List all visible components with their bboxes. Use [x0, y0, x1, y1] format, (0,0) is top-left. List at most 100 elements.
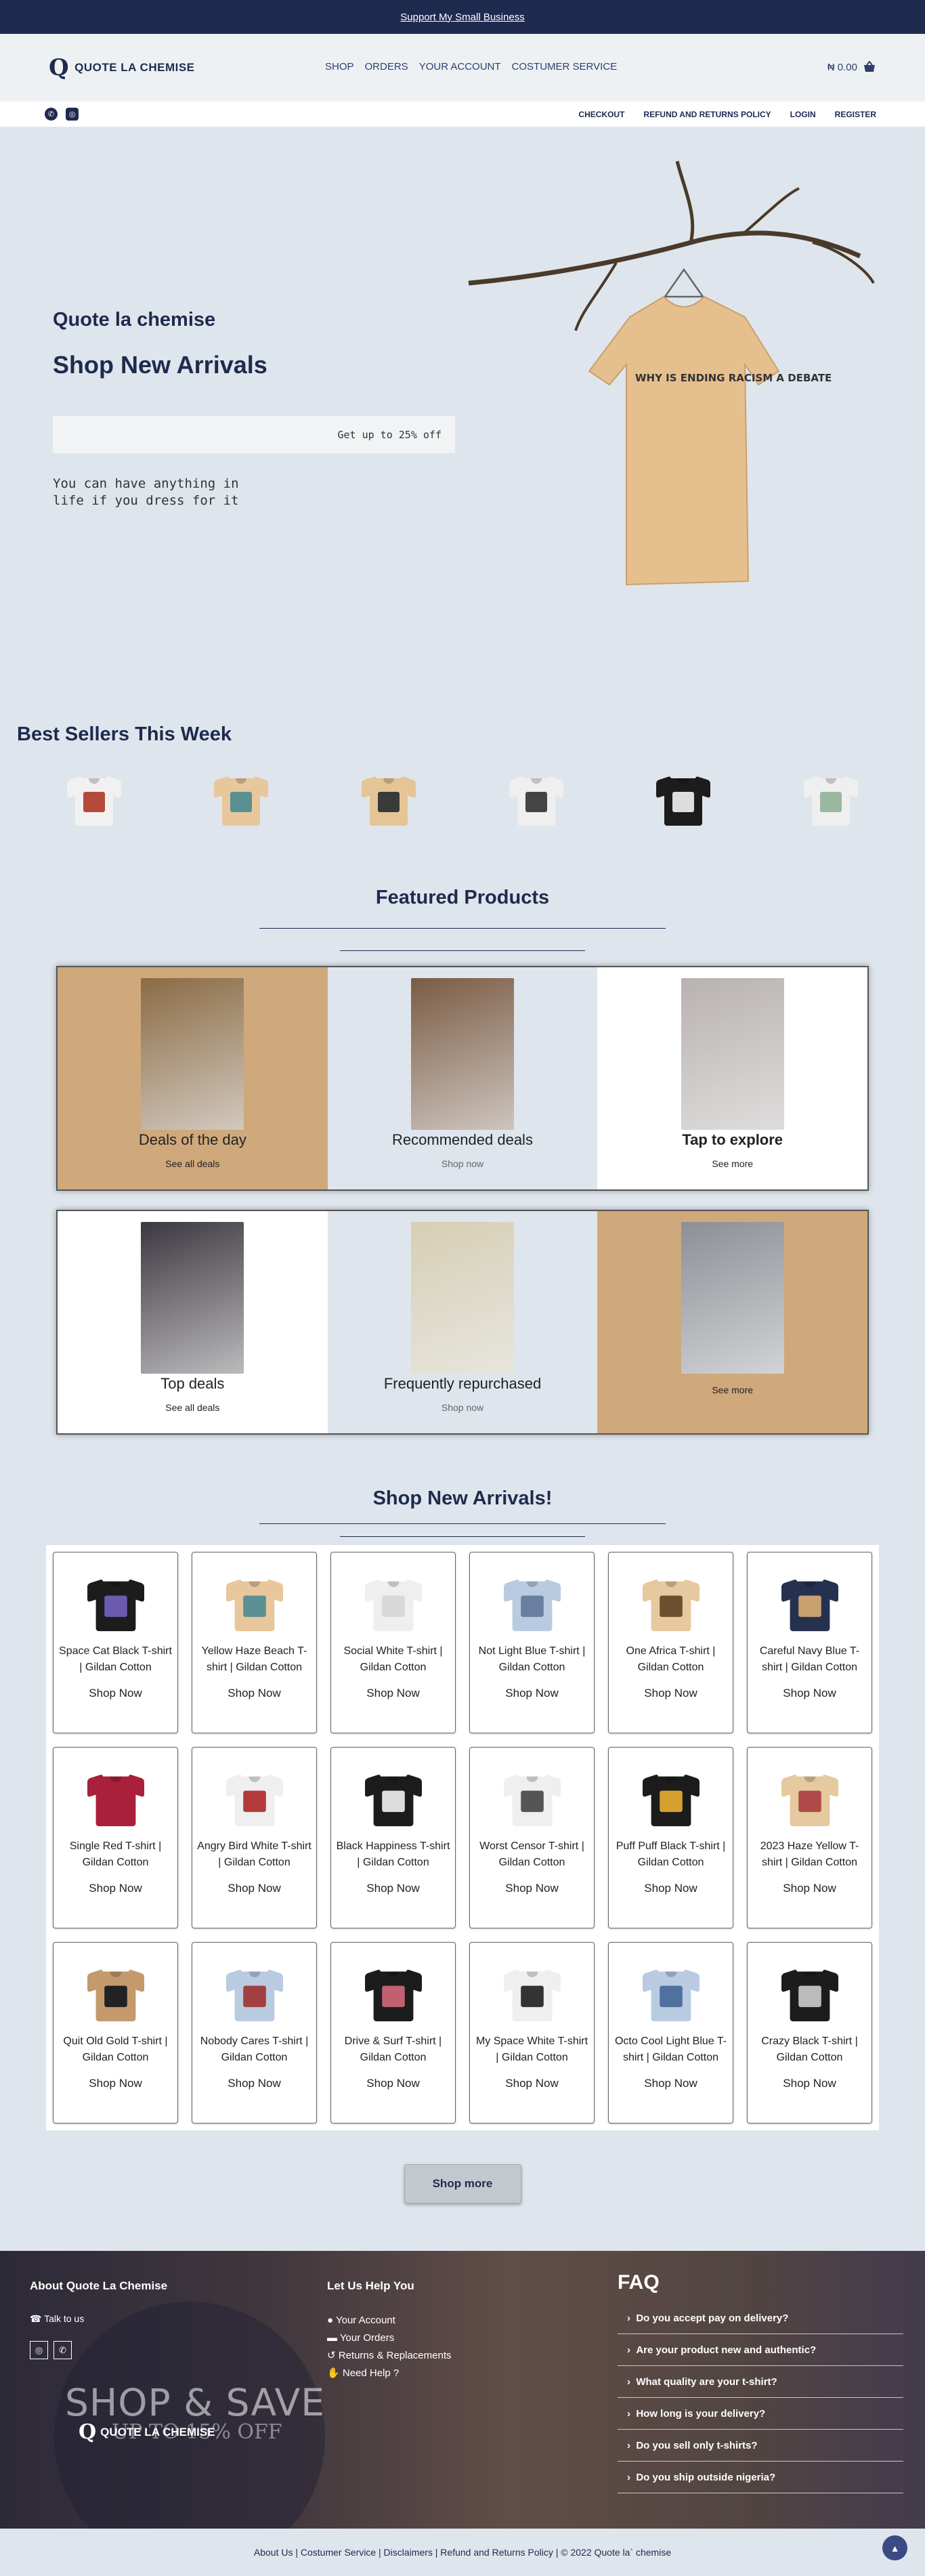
- product-card[interactable]: Crazy Black T-shirt | Gildan Cotton Shop …: [747, 1942, 872, 2124]
- shop-now-button[interactable]: Shop Now: [783, 1882, 836, 1895]
- product-card[interactable]: Black Happiness T-shirt | Gildan Cotton S…: [330, 1747, 456, 1928]
- shop-now-button[interactable]: Shop Now: [89, 2077, 142, 2090]
- product-name[interactable]: Single Red T-shirt | Gildan Cotton: [53, 1838, 177, 1871]
- checkout-link[interactable]: CHECKOUT: [578, 110, 624, 119]
- shop-now-button[interactable]: Shop Now: [228, 2077, 280, 2090]
- shop-now-button[interactable]: Shop Now: [366, 1882, 419, 1895]
- faq-item[interactable]: › Are your product new and authentic?: [618, 2334, 903, 2366]
- faq-item[interactable]: › Do you sell only t-shirts?: [618, 2430, 903, 2462]
- product-name[interactable]: Black Happiness T-shirt | Gildan Cotton: [331, 1838, 455, 1871]
- featured-link[interactable]: Shop now: [442, 1402, 483, 1413]
- tshirt-image[interactable]: [642, 1571, 700, 1632]
- featured-link[interactable]: See all deals: [165, 1402, 219, 1413]
- product-name[interactable]: Not Light Blue T-shirt | Gildan Cotton: [470, 1643, 594, 1676]
- product-card[interactable]: Space Cat Black T-shirt | Gildan Cotton S…: [53, 1552, 178, 1733]
- help-need[interactable]: ✋ Need Help ?: [327, 2365, 452, 2382]
- product-name[interactable]: One Africa T-shirt | Gildan Cotton: [609, 1643, 733, 1676]
- cart[interactable]: ₦ 0.00: [827, 61, 876, 73]
- shop-now-button[interactable]: Shop Now: [644, 1687, 697, 1700]
- tshirt-image[interactable]: [362, 769, 416, 826]
- product-name[interactable]: Nobody Cares T-shirt | Gildan Cotton: [192, 2033, 316, 2066]
- login-link[interactable]: LOGIN: [790, 110, 816, 119]
- product-name[interactable]: Yellow Haze Beach T-shirt | Gildan Cotto…: [192, 1643, 316, 1676]
- whatsapp-icon[interactable]: ✆: [45, 108, 58, 121]
- product-name[interactable]: 2023 Haze Yellow T-shirt | Gildan Cotton: [748, 1838, 872, 1871]
- refund-policy-link[interactable]: REFUND AND RETURNS POLICY: [643, 110, 771, 119]
- product-card[interactable]: Puff Puff Black T-shirt | Gildan Cotton S…: [608, 1747, 733, 1928]
- nav-customer-service[interactable]: COSTUMER SERVICE: [512, 61, 618, 72]
- tshirt-image[interactable]: [503, 1962, 561, 2022]
- faq-item[interactable]: › Do you accept pay on delivery?: [618, 2302, 903, 2334]
- tshirt-image[interactable]: [87, 1571, 144, 1632]
- faq-item[interactable]: › How long is your delivery?: [618, 2398, 903, 2430]
- featured-card[interactable]: See more: [597, 1211, 868, 1433]
- support-link[interactable]: Support My Small Business: [400, 12, 524, 23]
- product-card[interactable]: My Space White T-shirt | Gildan Cotton Sh…: [469, 1942, 595, 2124]
- tshirt-image[interactable]: [781, 1767, 838, 1827]
- featured-card[interactable]: Tap to explore See more: [597, 967, 868, 1189]
- product-card[interactable]: Careful Navy Blue T-shirt | Gildan Cotto…: [747, 1552, 872, 1733]
- tshirt-image[interactable]: [781, 1571, 838, 1632]
- tshirt-image[interactable]: [87, 1767, 144, 1827]
- nav-shop[interactable]: SHOP: [325, 61, 354, 72]
- featured-card[interactable]: Deals of the day See all deals: [58, 967, 328, 1189]
- featured-card[interactable]: Frequently repurchased Shop now: [327, 1211, 598, 1433]
- tshirt-image[interactable]: [225, 1571, 283, 1632]
- scroll-to-top-icon[interactable]: ▲: [882, 2535, 907, 2560]
- tshirt-image[interactable]: [364, 1962, 422, 2022]
- product-name[interactable]: Quit Old Gold T-shirt | Gildan Cotton: [53, 2033, 177, 2066]
- shop-now-button[interactable]: Shop Now: [366, 2077, 419, 2090]
- featured-card[interactable]: Recommended deals Shop now: [327, 967, 598, 1189]
- shop-now-button[interactable]: Shop Now: [505, 1882, 558, 1895]
- tshirt-image[interactable]: [225, 1962, 283, 2022]
- tshirt-image[interactable]: [642, 1962, 700, 2022]
- tshirt-image[interactable]: [87, 1962, 144, 2022]
- logo[interactable]: Q QUOTE LA CHEMISE: [49, 56, 195, 79]
- shop-now-button[interactable]: Shop Now: [228, 1882, 280, 1895]
- product-name[interactable]: Crazy Black T-shirt | Gildan Cotton: [748, 2033, 872, 2066]
- featured-link[interactable]: See more: [712, 1385, 753, 1395]
- tshirt-image[interactable]: [503, 1767, 561, 1827]
- tshirt-image[interactable]: [503, 1571, 561, 1632]
- product-card[interactable]: Yellow Haze Beach T-shirt | Gildan Cotto…: [192, 1552, 317, 1733]
- help-account[interactable]: ● Your Account: [327, 2312, 452, 2329]
- product-name[interactable]: Space Cat Black T-shirt | Gildan Cotton: [53, 1643, 177, 1676]
- shop-now-button[interactable]: Shop Now: [783, 2077, 836, 2090]
- product-name[interactable]: Careful Navy Blue T-shirt | Gildan Cotto…: [748, 1643, 872, 1676]
- product-name[interactable]: My Space White T-shirt | Gildan Cotton: [470, 2033, 594, 2066]
- tshirt-image[interactable]: [66, 769, 121, 826]
- tshirt-image[interactable]: [656, 769, 711, 826]
- product-card[interactable]: Worst Censor T-shirt | Gildan Cotton Shop…: [469, 1747, 595, 1928]
- tshirt-image[interactable]: [781, 1962, 838, 2022]
- featured-link[interactable]: See all deals: [165, 1158, 219, 1169]
- product-name[interactable]: Octo Cool Light Blue T-shirt | Gildan Co…: [609, 2033, 733, 2066]
- shop-now-button[interactable]: Shop Now: [644, 2077, 697, 2090]
- shop-now-button[interactable]: Shop Now: [366, 1687, 419, 1700]
- bottom-links[interactable]: About Us | Costumer Service | Disclaimer…: [254, 2547, 671, 2558]
- product-card[interactable]: One Africa T-shirt | Gildan Cotton Shop N…: [608, 1552, 733, 1733]
- instagram-icon[interactable]: ◎: [30, 2341, 48, 2359]
- instagram-icon[interactable]: ◎: [66, 108, 79, 121]
- product-name[interactable]: Worst Censor T-shirt | Gildan Cotton: [470, 1838, 594, 1871]
- product-card[interactable]: Single Red T-shirt | Gildan Cotton Shop N…: [53, 1747, 178, 1928]
- tshirt-image[interactable]: [509, 769, 563, 826]
- product-card[interactable]: Drive & Surf T-shirt | Gildan Cotton Shop…: [330, 1942, 456, 2124]
- product-card[interactable]: Octo Cool Light Blue T-shirt | Gildan Co…: [608, 1942, 733, 2124]
- product-name[interactable]: Social White T-shirt | Gildan Cotton: [331, 1643, 455, 1676]
- product-card[interactable]: Not Light Blue T-shirt | Gildan Cotton Sh…: [469, 1552, 595, 1733]
- tshirt-image[interactable]: [642, 1767, 700, 1827]
- shop-now-button[interactable]: Shop Now: [644, 1882, 697, 1895]
- shop-now-button[interactable]: Shop Now: [89, 1882, 142, 1895]
- product-name[interactable]: Angry Bird White T-shirt | Gildan Cotton: [192, 1838, 316, 1871]
- faq-item[interactable]: › What quality are your t-shirt?: [618, 2366, 903, 2398]
- shop-now-button[interactable]: Shop Now: [505, 1687, 558, 1700]
- product-name[interactable]: Puff Puff Black T-shirt | Gildan Cotton: [609, 1838, 733, 1871]
- product-name[interactable]: Drive & Surf T-shirt | Gildan Cotton: [331, 2033, 455, 2066]
- product-card[interactable]: Nobody Cares T-shirt | Gildan Cotton Shop…: [192, 1942, 317, 2124]
- product-card[interactable]: Social White T-shirt | Gildan Cotton Shop…: [330, 1552, 456, 1733]
- shop-now-button[interactable]: Shop Now: [228, 1687, 280, 1700]
- tshirt-image[interactable]: [364, 1767, 422, 1827]
- shop-now-button[interactable]: Shop Now: [89, 1687, 142, 1700]
- tshirt-image[interactable]: [214, 769, 269, 826]
- tshirt-image[interactable]: [804, 769, 859, 826]
